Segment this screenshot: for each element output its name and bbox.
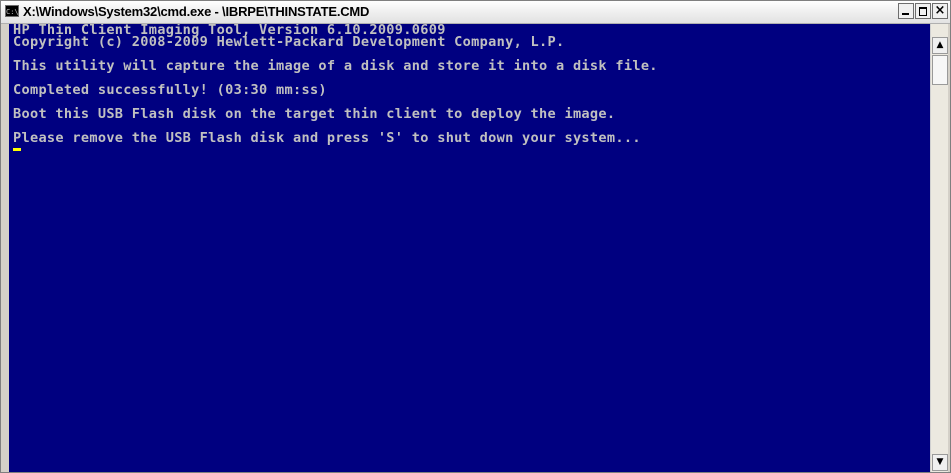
maximize-button[interactable] — [915, 3, 931, 19]
caption-buttons: × — [897, 3, 948, 21]
cmd-icon[interactable]: C:\ — [5, 5, 19, 17]
title-bar[interactable]: C:\ X:\Windows\System32\cmd.exe - \IBRPE… — [1, 1, 950, 24]
console-line: Copyright (c) 2008-2009 Hewlett-Packard … — [13, 34, 565, 50]
window-title: X:\Windows\System32\cmd.exe - \IBRPE\THI… — [23, 4, 370, 19]
vertical-scrollbar[interactable]: ▲ ▼ — [930, 24, 948, 472]
cmd-window: C:\ X:\Windows\System32\cmd.exe - \IBRPE… — [0, 0, 951, 473]
minimize-button[interactable] — [898, 3, 914, 19]
console-line: Please remove the USB Flash disk and pre… — [13, 130, 641, 146]
scroll-down-button[interactable]: ▼ — [932, 454, 948, 471]
console-line: This utility will capture the image of a… — [13, 58, 658, 74]
scroll-up-button[interactable]: ▲ — [932, 37, 948, 54]
text-cursor — [13, 148, 21, 151]
scroll-thumb[interactable] — [932, 55, 948, 85]
close-button[interactable]: × — [932, 3, 948, 19]
console-output[interactable]: HP Thin Client Imaging Tool, Version 6.1… — [9, 24, 930, 472]
console-line: Boot this USB Flash disk on the target t… — [13, 106, 616, 122]
console-line: Completed successfully! (03:30 mm:ss) — [13, 82, 327, 98]
console-lines: HP Thin Client Imaging Tool, Version 6.1… — [13, 24, 658, 151]
